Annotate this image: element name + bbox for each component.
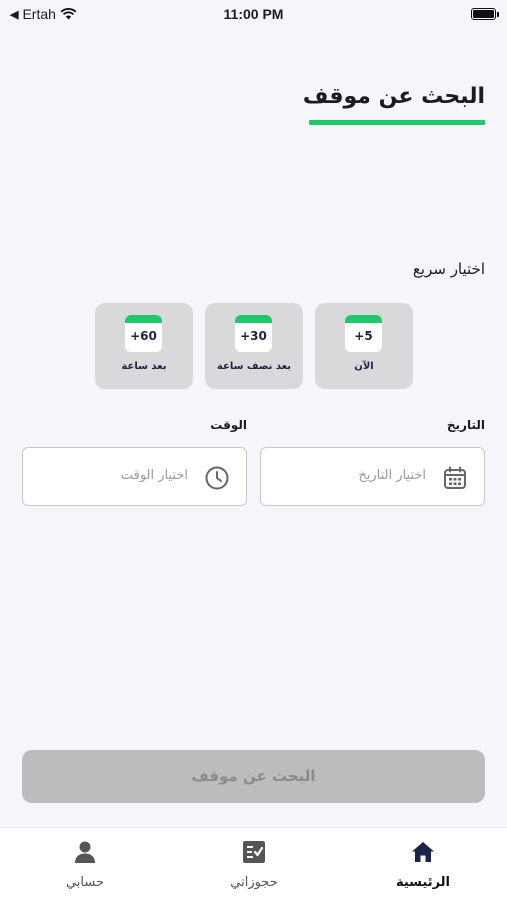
quick-option-5-min[interactable]: +5 الآن bbox=[315, 303, 413, 389]
calendar-badge-icon: +60 bbox=[125, 315, 162, 352]
calendar-icon bbox=[444, 466, 466, 489]
clock-icon bbox=[205, 466, 229, 490]
date-field-placeholder: اختيار التاريخ bbox=[358, 468, 426, 483]
tab-home-label: الرئيسية bbox=[395, 875, 451, 890]
status-time: 11:00 PM bbox=[223, 6, 284, 22]
quick-option-caption: بعد ساعة bbox=[121, 361, 167, 372]
date-picker-field[interactable]: اختيار التاريخ bbox=[260, 447, 485, 506]
tab-account-label: حسابي bbox=[65, 875, 105, 890]
calendar-badge-icon: +5 bbox=[345, 315, 382, 352]
tab-bar: الرئيسية حجوزاتي حسابي bbox=[0, 827, 507, 900]
time-field-placeholder: اختيار الوقت bbox=[120, 468, 188, 483]
search-parking-button[interactable]: البحث عن موقف bbox=[22, 750, 485, 803]
quick-option-caption: بعد نصف ساعة bbox=[216, 361, 292, 372]
quick-option-badge: +60 bbox=[130, 329, 157, 343]
home-icon bbox=[412, 842, 434, 862]
tab-account[interactable]: حسابي bbox=[15, 828, 155, 900]
time-picker-field[interactable]: اختيار الوقت bbox=[22, 447, 247, 506]
date-field-label: التاريخ bbox=[446, 418, 485, 432]
quick-select-label: اختيار سريع bbox=[412, 260, 485, 278]
battery-icon bbox=[471, 8, 499, 20]
quick-option-30-min[interactable]: +30 بعد نصف ساعة bbox=[205, 303, 303, 389]
title-underline bbox=[309, 120, 485, 125]
quick-option-60-min[interactable]: +60 بعد ساعة bbox=[95, 303, 193, 389]
tab-bookings[interactable]: حجوزاتي bbox=[184, 828, 324, 900]
calendar-badge-icon: +30 bbox=[235, 315, 272, 352]
bookings-icon bbox=[243, 841, 265, 863]
time-field-label: الوقت bbox=[210, 418, 247, 432]
quick-option-badge: +5 bbox=[354, 329, 373, 343]
page-title: البحث عن موقف bbox=[302, 84, 485, 109]
account-icon bbox=[75, 841, 95, 863]
tab-bookings-label: حجوزاتي bbox=[230, 875, 278, 890]
tab-home[interactable]: الرئيسية bbox=[353, 828, 493, 900]
status-bar: ◀ Ertah 11:00 PM bbox=[0, 0, 507, 30]
quick-option-caption: الآن bbox=[354, 361, 374, 372]
quick-option-badge: +30 bbox=[240, 329, 267, 343]
